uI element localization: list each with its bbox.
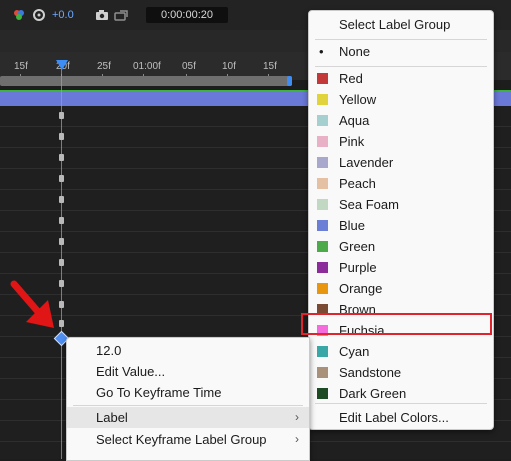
menu-separator [73, 405, 303, 406]
label-item-text: Green [339, 239, 376, 254]
tick-label: 15f [14, 61, 28, 72]
label-item-text: Purple [339, 260, 377, 275]
label-item-peach[interactable]: Peach [309, 173, 493, 194]
label-item-none[interactable]: • None [309, 41, 493, 62]
motion-blur-icon[interactable] [32, 8, 46, 22]
label-item-text: Dark Green [339, 386, 407, 401]
label-item-pink[interactable]: Pink [309, 131, 493, 152]
label-item-text: Peach [339, 176, 376, 191]
zoom-value[interactable]: +0.0 [52, 9, 74, 21]
menu-separator [315, 403, 487, 404]
label-item-purple[interactable]: Purple [309, 257, 493, 278]
tick-label: 05f [182, 61, 196, 72]
keyframe-context-menu: 12.0 Edit Value... Go To Keyframe Time L… [66, 337, 310, 461]
label-item-green[interactable]: Green [309, 236, 493, 257]
keyframe-marker[interactable] [59, 112, 64, 119]
label-item-text: Pink [339, 134, 365, 149]
keyframe-marker[interactable] [59, 154, 64, 161]
label-item-text: Orange [339, 281, 383, 296]
keyframe-marker[interactable] [59, 301, 64, 308]
keyframe-marker[interactable] [59, 175, 64, 182]
label-item-text: Yellow [339, 92, 377, 107]
label-item-orange[interactable]: Orange [309, 278, 493, 299]
edit-label-colors-item[interactable]: Edit Label Colors... [309, 407, 493, 428]
work-area-bar[interactable] [0, 76, 292, 86]
tick-label: 01:00f [133, 61, 161, 72]
color-swatch [317, 283, 328, 294]
label-item-text: Cyan [339, 344, 370, 359]
label-item-aqua[interactable]: Aqua [309, 110, 493, 131]
select-keyframe-label-group-item[interactable]: Select Keyframe Label Group › [67, 429, 309, 450]
keyframe-marker[interactable] [59, 217, 64, 224]
chevron-right-icon: › [295, 432, 299, 446]
label-menu-title: Select Label Group [339, 17, 451, 32]
keyframe-marker[interactable] [59, 196, 64, 203]
label-item-text: Sandstone [339, 365, 402, 380]
color-swatch [317, 94, 328, 105]
color-swatch [317, 115, 328, 126]
color-swatch [317, 220, 328, 231]
color-swatch [317, 241, 328, 252]
keyframe-marker[interactable] [59, 133, 64, 140]
color-swatch [317, 346, 328, 357]
keyframe-marker[interactable] [59, 259, 64, 266]
label-item-sandstone[interactable]: Sandstone [309, 362, 493, 383]
label-item-cyan[interactable]: Cyan [309, 341, 493, 362]
keyframe-marker[interactable] [59, 238, 64, 245]
color-swatch [317, 136, 328, 147]
keyframe-marker[interactable] [59, 280, 64, 287]
label-item-dark-green[interactable]: Dark Green [309, 383, 493, 404]
color-swatch [317, 157, 328, 168]
keyframe-value-item[interactable]: 12.0 [67, 340, 309, 361]
tick-label: 25f [97, 61, 111, 72]
label-item-lavender[interactable]: Lavender [309, 152, 493, 173]
menu-separator [315, 66, 487, 67]
chevron-right-icon: › [295, 410, 299, 424]
playhead-handle[interactable] [56, 60, 68, 70]
label-item-red[interactable]: Red [309, 68, 493, 89]
label-item-text: Lavender [339, 155, 394, 170]
edit-value-item[interactable]: Edit Value... [67, 361, 309, 382]
color-swatch [317, 388, 328, 399]
color-swatch [317, 178, 328, 189]
fuchsia-highlight-box [301, 313, 492, 335]
label-item-text: Aqua [339, 113, 370, 128]
camera-icon[interactable] [95, 8, 109, 22]
label-item-text: Sea Foam [339, 197, 399, 212]
color-dots-icon[interactable] [12, 8, 26, 22]
current-time-display[interactable]: 0:00:00:20 [146, 7, 228, 23]
label-submenu-item[interactable]: Label › [67, 407, 309, 428]
label-item-yellow[interactable]: Yellow [309, 89, 493, 110]
show-snapshot-icon[interactable] [114, 8, 128, 22]
color-swatch [317, 73, 328, 84]
label-item-blue[interactable]: Blue [309, 215, 493, 236]
label-item-sea-foam[interactable]: Sea Foam [309, 194, 493, 215]
menu-separator [315, 39, 487, 40]
red-arrow-annotation-icon [10, 280, 54, 328]
selected-bullet-icon: • [319, 44, 324, 59]
work-area-end-handle[interactable] [287, 76, 292, 86]
go-to-keyframe-time-item[interactable]: Go To Keyframe Time [67, 382, 309, 403]
tick-label: 15f [263, 61, 277, 72]
tick-label: 10f [222, 61, 236, 72]
label-item-text: Red [339, 71, 363, 86]
color-swatch [317, 262, 328, 273]
color-swatch [317, 199, 328, 210]
label-item-text: Blue [339, 218, 366, 233]
color-swatch [317, 367, 328, 378]
keyframe-marker[interactable] [59, 320, 64, 327]
label-group-menu: Select Label Group • None Red Yellow Aqua P… [308, 10, 494, 430]
